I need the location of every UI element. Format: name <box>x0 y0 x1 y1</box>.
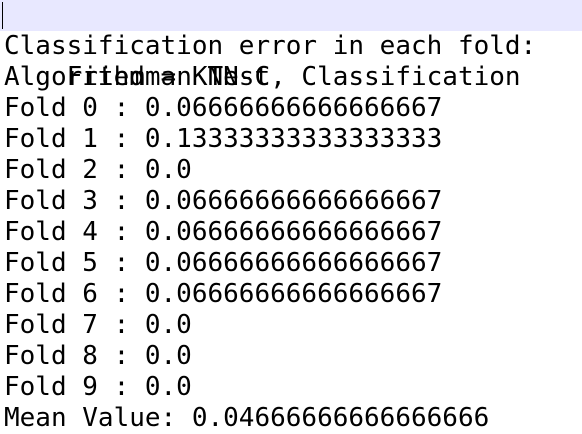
text-line[interactable]: Fold 7 : 0.0 <box>4 310 192 341</box>
text-line[interactable]: Fold 8 : 0.0 <box>4 341 192 372</box>
text-line[interactable]: Fold 5 : 0.06666666666666667 <box>4 248 442 279</box>
text-line[interactable]: Fold 3 : 0.06666666666666667 <box>4 186 442 217</box>
text-line[interactable]: Fold 6 : 0.06666666666666667 <box>4 279 442 310</box>
text-line[interactable]: Fold 0 : 0.06666666666666667 <box>4 93 442 124</box>
text-line[interactable]: Classification error in each fold: <box>4 31 536 62</box>
text-line[interactable]: Fold 4 : 0.06666666666666667 <box>4 217 442 248</box>
text-line-title[interactable]: Friedman Test, Classification <box>0 0 582 92</box>
text-line[interactable]: Fold 1 : 0.13333333333333333 <box>4 124 442 155</box>
text-line[interactable]: Algorithm = KNN-C <box>4 62 270 93</box>
text-line[interactable]: Fold 9 : 0.0 <box>4 372 192 403</box>
text-editor-area[interactable]: Friedman Test, Classification Classifica… <box>0 0 582 434</box>
text-caret <box>2 2 3 29</box>
text-line-mean-value[interactable]: Mean Value: 0.04666666666666666 <box>4 403 489 434</box>
text-line[interactable]: Fold 2 : 0.0 <box>4 155 192 186</box>
